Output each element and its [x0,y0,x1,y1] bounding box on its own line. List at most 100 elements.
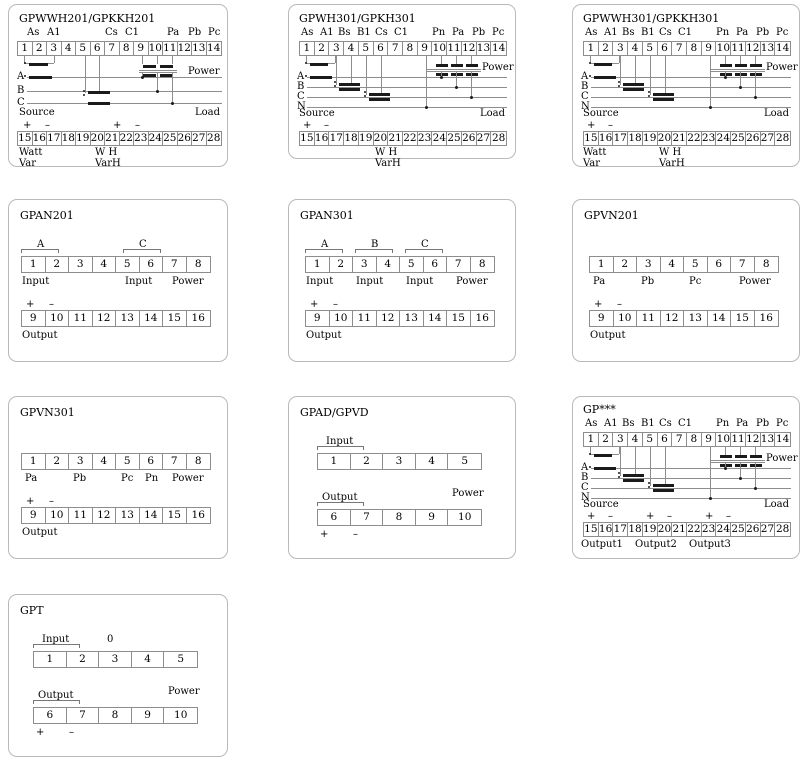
terminal-cell[interactable]: 16 [33,132,47,145]
terminal-cell[interactable]: 4 [132,652,165,667]
terminal-cell[interactable]: 4 [93,454,116,469]
terminal-cell[interactable]: 22 [687,523,702,536]
terminal-cell[interactable]: 23 [418,132,433,145]
terminal-cell[interactable]: 10 [716,433,732,446]
terminal-cell[interactable]: 9 [22,508,46,523]
terminal-cell[interactable]: 12 [377,311,400,326]
top-terminal-strip[interactable]: 1 2 3 4 5 6 7 8 [589,256,779,273]
bottom-terminal-strip[interactable]: 9 10 11 12 13 14 15 16 [21,507,211,524]
terminal-cell[interactable]: 3 [637,257,661,272]
terminal-cell[interactable]: 24 [716,523,732,536]
terminal-cell[interactable]: 19 [643,132,658,145]
terminal-cell[interactable]: 14 [424,311,447,326]
terminal-cell[interactable]: 11 [353,311,377,326]
bottom-terminal-strip[interactable]: 15 16 17 18 19 20 21 22 23 24 25 26 27 2… [583,522,791,537]
terminal-cell[interactable]: 14 [708,311,731,326]
terminal-cell[interactable]: 7 [731,257,755,272]
terminal-cell[interactable]: 14 [775,433,790,446]
terminal-cell[interactable]: 8 [383,510,416,525]
terminal-cell[interactable]: 14 [775,42,790,55]
terminal-cell[interactable]: 6 [91,42,105,55]
terminal-cell[interactable]: 12 [661,311,684,326]
terminal-cell[interactable]: 25 [731,523,746,536]
terminal-cell[interactable]: 6 [374,42,389,55]
terminal-cell[interactable]: 1 [22,257,46,272]
terminal-cell[interactable]: 22 [120,132,134,145]
terminal-cell[interactable]: 2 [351,454,384,469]
terminal-cell[interactable]: 6 [34,708,67,723]
terminal-cell[interactable]: 21 [105,132,120,145]
bottom-terminal-strip[interactable]: 9 10 11 12 13 14 15 16 [305,310,495,327]
terminal-cell[interactable]: 7 [672,42,688,55]
terminal-cell[interactable]: 24 [432,132,448,145]
terminal-cell[interactable]: 10 [46,508,69,523]
terminal-cell[interactable]: 6 [658,42,673,55]
terminal-cell[interactable]: 1 [34,652,67,667]
terminal-cell[interactable]: 15 [584,132,599,145]
terminal-cell[interactable]: 20 [91,132,105,145]
terminal-cell[interactable]: 19 [76,132,91,145]
terminal-cell[interactable]: 21 [672,523,688,536]
terminal-cell[interactable]: 10 [432,42,448,55]
terminal-cell[interactable]: 25 [163,132,178,145]
terminal-cell[interactable]: 16 [599,132,614,145]
terminal-cell[interactable]: 4 [416,454,449,469]
terminal-cell[interactable]: 3 [47,42,62,55]
terminal-cell[interactable]: 23 [702,523,717,536]
terminal-cell[interactable]: 15 [447,311,471,326]
terminal-cell[interactable]: 13 [192,42,207,55]
top-terminal-strip[interactable]: 1 2 3 4 5 6 7 8 9 10 11 12 13 14 [299,41,507,56]
terminal-cell[interactable]: 5 [359,42,374,55]
bottom-terminal-strip[interactable]: 6 7 8 9 10 [317,509,482,526]
terminal-cell[interactable]: 6 [708,257,731,272]
terminal-cell[interactable]: 16 [187,311,210,326]
terminal-cell[interactable]: 15 [300,132,315,145]
terminal-cell[interactable]: 5 [643,42,658,55]
terminal-cell[interactable]: 3 [383,454,416,469]
terminal-cell[interactable]: 10 [614,311,637,326]
terminal-cell[interactable]: 9 [702,433,717,446]
terminal-cell[interactable]: 28 [775,132,790,145]
terminal-cell[interactable]: 14 [140,508,163,523]
terminal-cell[interactable]: 7 [351,510,384,525]
terminal-cell[interactable]: 16 [187,508,210,523]
terminal-cell[interactable]: 27 [477,132,492,145]
terminal-cell[interactable]: 18 [628,132,643,145]
terminal-cell[interactable]: 10 [716,42,732,55]
terminal-cell[interactable]: 8 [187,454,210,469]
top-terminal-strip[interactable]: 1 2 3 4 5 6 7 8 [21,453,211,470]
bottom-terminal-strip[interactable]: 6 7 8 9 10 [33,707,198,724]
terminal-cell[interactable]: 4 [628,42,643,55]
terminal-cell[interactable]: 12 [178,42,192,55]
terminal-cell[interactable]: 3 [329,42,345,55]
terminal-cell[interactable]: 17 [613,523,629,536]
terminal-cell[interactable]: 10 [46,311,69,326]
terminal-cell[interactable]: 6 [140,454,163,469]
terminal-cell[interactable]: 28 [775,523,790,536]
terminal-cell[interactable]: 11 [69,311,93,326]
terminal-cell[interactable]: 9 [590,311,614,326]
terminal-cell[interactable]: 8 [187,257,210,272]
terminal-cell[interactable]: 9 [702,42,717,55]
terminal-cell[interactable]: 21 [388,132,404,145]
top-terminal-strip[interactable]: 1 2 3 4 5 6 7 8 [305,256,495,273]
terminal-cell[interactable]: 2 [46,257,69,272]
terminal-cell[interactable]: 16 [315,132,330,145]
terminal-cell[interactable]: 20 [658,132,673,145]
bottom-terminal-strip[interactable]: 15 16 17 18 19 20 21 22 23 24 25 26 27 2… [299,131,507,146]
terminal-cell[interactable]: 14 [207,42,221,55]
terminal-cell[interactable]: 27 [761,132,776,145]
terminal-cell[interactable]: 2 [46,454,69,469]
terminal-cell[interactable]: 18 [62,132,76,145]
terminal-cell[interactable]: 9 [134,42,149,55]
bottom-terminal-strip[interactable]: 15 16 17 18 19 20 21 22 23 24 25 26 27 2… [17,131,222,146]
terminal-cell[interactable]: 6 [424,257,447,272]
terminal-cell[interactable]: 9 [416,510,449,525]
terminal-cell[interactable]: 17 [47,132,62,145]
terminal-cell[interactable]: 9 [306,311,330,326]
terminal-cell[interactable]: 11 [731,42,746,55]
terminal-cell[interactable]: 7 [447,257,471,272]
terminal-cell[interactable]: 4 [377,257,400,272]
terminal-cell[interactable]: 5 [448,454,481,469]
terminal-cell[interactable]: 10 [164,708,197,723]
